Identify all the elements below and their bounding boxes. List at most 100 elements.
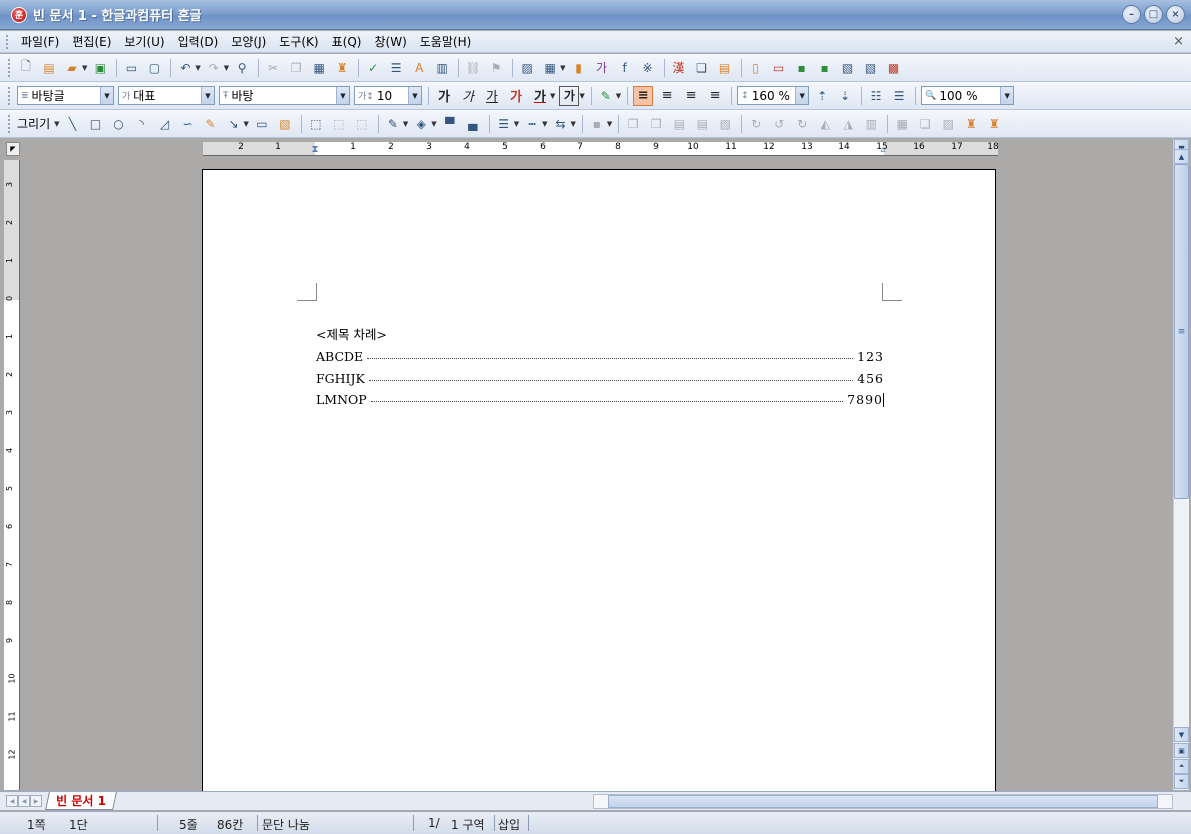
spell-check-icon[interactable]: ✓ [364, 59, 382, 77]
prev-page-icon[interactable]: ⏶ [1174, 759, 1189, 774]
tab-next-icon[interactable]: ▶ [30, 795, 42, 807]
page-view-icon[interactable]: ▣ [1174, 743, 1189, 758]
menu-format[interactable]: 모양(J) [231, 33, 266, 50]
line-color-icon[interactable]: ✎ [384, 115, 402, 133]
undo-dropdown-icon[interactable]: ▼ [195, 64, 200, 72]
shade-dropdown-icon[interactable]: ▼ [579, 92, 584, 100]
menu-window[interactable]: 창(W) [374, 33, 406, 50]
align-left-button[interactable]: ≡ [657, 86, 677, 106]
close-button[interactable]: × [1166, 5, 1185, 24]
header-footer-icon[interactable]: ▤ [716, 59, 734, 77]
toolbar-grip[interactable] [8, 114, 11, 133]
find-icon[interactable]: ⚲ [233, 59, 251, 77]
new-document-icon[interactable]: 🗋 [17, 59, 35, 77]
text-shade-button[interactable]: 가 [559, 85, 580, 106]
object-brush-icon[interactable]: ♜ [985, 115, 1003, 133]
insert-textart-icon[interactable]: 가 [593, 59, 611, 77]
document-area[interactable]: <제목 차례> ABCDE 123 FGHIJK 456 LMNOP 7890 [22, 157, 1172, 791]
memo-icon[interactable]: ❏ [693, 59, 711, 77]
minimize-button[interactable]: – [1122, 5, 1141, 24]
label-2-icon[interactable]: ▧ [862, 59, 880, 77]
fill-color-dropdown-icon[interactable]: ▼ [431, 120, 436, 128]
undo-icon[interactable]: ↶ [176, 59, 194, 77]
presentation-icon[interactable]: ▯ [747, 59, 765, 77]
draw-dropdown-icon[interactable]: ▼ [54, 120, 59, 128]
label-1-icon[interactable]: ▧ [839, 59, 857, 77]
maximize-button[interactable]: □ [1144, 5, 1163, 24]
freehand-tool-icon[interactable]: ✎ [202, 115, 220, 133]
language-select[interactable]: 가 대표 ▼ [118, 86, 215, 105]
chevron-down-icon[interactable]: ▼ [408, 87, 421, 104]
chevron-down-icon[interactable]: ▼ [1000, 87, 1014, 104]
zoom-select[interactable]: 🔍 100 % ▼ [921, 86, 1015, 105]
flip-vertical-icon[interactable]: ◮ [839, 115, 857, 133]
rotate-right-icon[interactable]: ↻ [793, 115, 811, 133]
text-color-dropdown-icon[interactable]: ▼ [550, 92, 555, 100]
insert-symbol-icon[interactable]: ※ [639, 59, 657, 77]
send-back-icon[interactable]: ▄ [464, 115, 482, 133]
format-painter-icon[interactable]: ♜ [333, 59, 351, 77]
line-style-icon[interactable]: ☰ [495, 115, 513, 133]
bring-front-icon[interactable]: ▀ [441, 115, 459, 133]
tab-prev-icon[interactable]: ◀ [18, 795, 30, 807]
open-dropdown-icon[interactable]: ▼ [82, 64, 87, 72]
style-select[interactable]: ≣ 바탕글 ▼ [17, 86, 114, 105]
right-indent-marker-icon[interactable]: ▵ [880, 144, 885, 155]
underline-button[interactable]: 가 [482, 86, 502, 106]
save-icon[interactable]: ▣ [91, 59, 109, 77]
redo-dropdown-icon[interactable]: ▼ [224, 64, 229, 72]
print-preview-icon[interactable]: ▢ [145, 59, 163, 77]
font-size-select[interactable]: 가↕ 10 ▼ [354, 86, 422, 105]
object-properties-icon[interactable]: ▦ [893, 115, 911, 133]
numbered-list-icon[interactable]: ☷ [867, 87, 885, 105]
open-folder-icon[interactable]: ▰ [63, 59, 81, 77]
status-insert-mode[interactable]: 삽입 [498, 816, 520, 833]
line-style-dropdown-icon[interactable]: ▼ [514, 120, 519, 128]
bullet-list-icon[interactable]: ☰ [890, 87, 908, 105]
hanja-convert-icon[interactable]: 漢 [670, 59, 688, 77]
paste-icon[interactable]: ▦ [310, 59, 328, 77]
size-objects-icon[interactable]: ▧ [716, 115, 734, 133]
curve-tool-icon[interactable]: ∽ [179, 115, 197, 133]
table-dropdown-icon[interactable]: ▼ [560, 64, 565, 72]
dash-style-icon[interactable]: ┅ [523, 115, 541, 133]
text-color-button[interactable]: 가 [530, 86, 550, 106]
object-tool-icon[interactable]: ▧ [276, 115, 294, 133]
rotate-objects-icon[interactable]: ⬚ [353, 115, 371, 133]
connector-dropdown-icon[interactable]: ▼ [244, 120, 249, 128]
align-objects-icon[interactable]: ▤ [670, 115, 688, 133]
line-color-dropdown-icon[interactable]: ▼ [403, 120, 408, 128]
increase-spacing-icon[interactable]: ⇡ [813, 87, 831, 105]
ellipse-tool-icon[interactable]: ○ [110, 115, 128, 133]
redo-icon[interactable]: ↷ [205, 59, 223, 77]
ruler-corner-button[interactable]: ◤ [6, 142, 20, 156]
menu-help[interactable]: 도움말(H) [420, 33, 472, 50]
cut-icon[interactable]: ✂ [264, 59, 282, 77]
select-objects-icon[interactable]: ⬚ [307, 115, 325, 133]
highlighter-icon[interactable]: ✎ [597, 87, 615, 105]
toolbar-grip[interactable] [8, 58, 11, 77]
vertical-ruler[interactable]: 3 2 1 0 1 2 3 4 5 6 7 8 9 10 11 12 [4, 160, 20, 790]
draw-menu-label[interactable]: 그리기 [17, 115, 50, 132]
group-icon[interactable]: ❐ [624, 115, 642, 133]
ungroup-icon[interactable]: ❐ [647, 115, 665, 133]
document-close-icon[interactable]: × [1173, 34, 1184, 49]
insert-picture-icon[interactable]: ▨ [518, 59, 536, 77]
line-spacing-select[interactable]: ↕ 160 % ▼ [737, 86, 810, 105]
highlight-dropdown-icon[interactable]: ▼ [616, 92, 621, 100]
print-icon[interactable]: ▭ [122, 59, 140, 77]
rotate-left-icon[interactable]: ↺ [770, 115, 788, 133]
chevron-down-icon[interactable]: ▼ [795, 87, 809, 104]
web-save-icon[interactable]: ▩ [885, 59, 903, 77]
arrow-style-icon[interactable]: ⇆ [551, 115, 569, 133]
app-icon[interactable]: 훈 [11, 6, 27, 23]
align-justify-button[interactable]: ≡ [633, 85, 654, 106]
menu-tools[interactable]: 도구(K) [279, 33, 318, 50]
italic-button[interactable]: 가 [458, 86, 478, 106]
dash-style-dropdown-icon[interactable]: ▼ [542, 120, 547, 128]
decrease-spacing-icon[interactable]: ⇣ [836, 87, 854, 105]
mail-merge-2-icon[interactable]: ▪ [816, 59, 834, 77]
paragraph-align-icon[interactable]: ☰ [387, 59, 405, 77]
menu-grip[interactable] [6, 34, 9, 49]
horizontal-ruler[interactable]: 2 1 1 2 3 4 5 6 7 8 9 10 11 12 13 14 15 … [203, 142, 999, 156]
